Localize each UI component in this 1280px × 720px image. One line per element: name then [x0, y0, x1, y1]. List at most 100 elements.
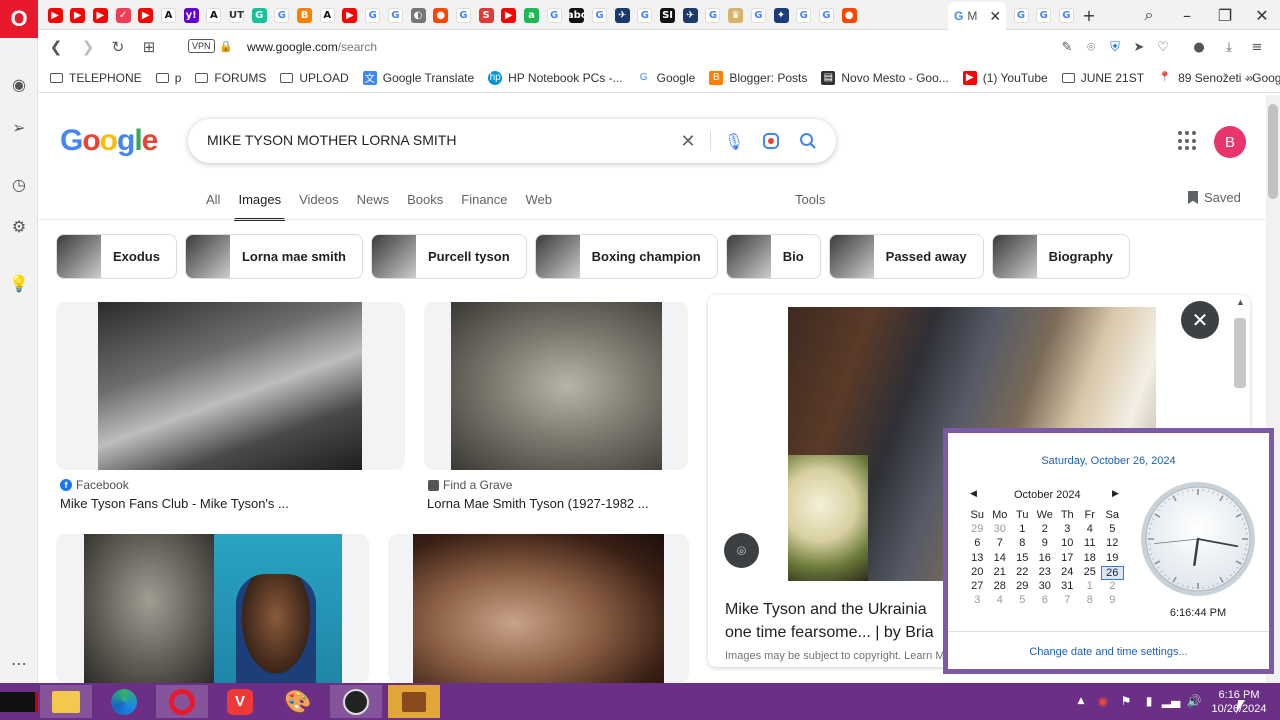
tab[interactable]: G: [452, 4, 474, 26]
more-icon[interactable]: ⋯: [8, 652, 30, 674]
tab[interactable]: G: [747, 4, 769, 26]
visual-search-icon[interactable]: ⌾: [724, 533, 759, 568]
tab[interactable]: G: [815, 4, 837, 26]
calendar-day[interactable]: 27: [966, 580, 989, 594]
calendar-day[interactable]: 21: [989, 566, 1012, 580]
active-tab[interactable]: G M ✕: [948, 2, 1006, 30]
calendar-day[interactable]: 13: [966, 552, 989, 566]
search-box[interactable]: MIKE TYSON MOTHER LORNA SMITH ✕ 🎙: [188, 119, 836, 163]
tab[interactable]: ◐: [407, 4, 429, 26]
result-title[interactable]: Mike Tyson Fans Club - Mike Tyson's ...: [60, 496, 289, 511]
url-field[interactable]: www.google.com/search: [247, 40, 377, 54]
tab[interactable]: ▶: [339, 4, 361, 26]
calendar-day[interactable]: 1: [1079, 580, 1102, 594]
player-icon[interactable]: ◉: [8, 73, 30, 95]
calendar-day[interactable]: 29: [966, 523, 989, 537]
calendar-day[interactable]: 30: [989, 523, 1012, 537]
send-to-icon[interactable]: ➤: [1130, 38, 1148, 56]
calendar-day[interactable]: 31: [1056, 580, 1079, 594]
tab[interactable]: ●: [430, 4, 452, 26]
tab[interactable]: ▶: [89, 4, 111, 26]
edit-icon[interactable]: ✎: [1058, 38, 1076, 56]
account-avatar[interactable]: B: [1214, 126, 1246, 158]
tab[interactable]: ✦: [770, 4, 792, 26]
result-source[interactable]: Find a Grave: [428, 478, 512, 492]
image-result-1[interactable]: [56, 302, 405, 470]
tab[interactable]: ▶: [498, 4, 520, 26]
forward-icon[interactable]: ❯: [78, 37, 98, 57]
back-icon[interactable]: ❮: [46, 37, 66, 57]
tips-bulb-icon[interactable]: 💡: [8, 272, 30, 294]
related-chip[interactable]: Bio: [725, 234, 821, 279]
bookmark-item[interactable]: UPLOAD: [280, 71, 349, 85]
prev-month-icon[interactable]: ◀: [970, 488, 977, 499]
tab[interactable]: B: [294, 4, 316, 26]
tab[interactable]: ▶: [44, 4, 66, 26]
shield-icon[interactable]: ⛨: [1106, 38, 1124, 56]
tab[interactable]: G: [702, 4, 724, 26]
tab-all[interactable]: All: [206, 190, 220, 209]
tab[interactable]: S: [475, 4, 497, 26]
tab[interactable]: G: [589, 4, 611, 26]
new-tab-icon[interactable]: +: [1078, 4, 1100, 26]
close-window-icon[interactable]: ✕: [1251, 4, 1273, 26]
bookmark-item[interactable]: G Google: [636, 70, 695, 85]
calendar-day[interactable]: 16: [1034, 552, 1057, 566]
tab[interactable]: G: [793, 4, 815, 26]
bookmark-item[interactable]: JUNE 21ST: [1061, 71, 1144, 85]
obs-icon[interactable]: [330, 685, 382, 718]
calendar-day[interactable]: 4: [989, 594, 1012, 608]
calendar-day[interactable]: 10: [1056, 537, 1079, 551]
tab[interactable]: A: [157, 4, 179, 26]
calendar-day[interactable]: 20: [966, 566, 989, 580]
tab[interactable]: G: [384, 4, 406, 26]
lens-search-icon[interactable]: [760, 130, 782, 152]
calendar-day[interactable]: 14: [989, 552, 1012, 566]
saved-button[interactable]: Saved: [1188, 190, 1241, 205]
tab[interactable]: G: [634, 4, 656, 26]
network-icon[interactable]: ▂▄: [1162, 692, 1180, 710]
calendar-day[interactable]: 30: [1034, 580, 1057, 594]
history-icon[interactable]: ◷: [8, 173, 30, 195]
edge-icon[interactable]: [98, 685, 150, 718]
bookmark-item[interactable]: 文 Google Translate: [362, 70, 474, 85]
calendar-day[interactable]: 26: [1101, 565, 1124, 580]
related-chip[interactable]: Passed away: [828, 234, 984, 279]
calendar-day[interactable]: 1: [1011, 523, 1034, 537]
related-chip[interactable]: Boxing champion: [534, 234, 718, 279]
calendar-day[interactable]: 22: [1011, 566, 1034, 580]
tab[interactable]: ✈: [611, 4, 633, 26]
tab[interactable]: G: [248, 4, 270, 26]
close-tab-icon[interactable]: ✕: [989, 8, 1001, 25]
tab[interactable]: a: [520, 4, 542, 26]
media-app-icon[interactable]: [388, 685, 440, 718]
calendar-day[interactable]: 9: [1101, 594, 1124, 608]
antivirus-icon[interactable]: ◉: [1095, 692, 1111, 710]
preview-scroll-up-icon[interactable]: ▲: [1236, 297, 1245, 307]
calendar-day[interactable]: 4: [1079, 523, 1102, 537]
calendar-day[interactable]: 11: [1079, 537, 1102, 551]
change-date-time-link[interactable]: Change date and time settings...: [948, 646, 1269, 658]
minimize-icon[interactable]: –: [1176, 4, 1198, 26]
send-icon[interactable]: ➢: [8, 116, 30, 138]
related-chip[interactable]: Biography: [991, 234, 1130, 279]
tab[interactable]: SI: [657, 4, 679, 26]
preview-scrollbar[interactable]: [1234, 318, 1246, 388]
clear-search-icon[interactable]: ✕: [677, 130, 699, 152]
download-icon[interactable]: ⤓: [1220, 38, 1238, 56]
calendar-day[interactable]: 8: [1011, 537, 1034, 551]
bookmark-item[interactable]: FORUMS: [195, 71, 266, 85]
paint-icon[interactable]: 🎨: [272, 685, 324, 718]
tab[interactable]: ▶: [135, 4, 157, 26]
tab-finance[interactable]: Finance: [461, 190, 507, 209]
tray-expand-icon[interactable]: ▲: [1073, 692, 1089, 710]
bookmark-item[interactable]: 📍 89 Senožeti - Googl...: [1158, 70, 1280, 85]
tab-videos[interactable]: Videos: [299, 190, 339, 209]
related-chip[interactable]: Purcell tyson: [371, 234, 527, 279]
search-tabs-icon[interactable]: ⌕: [1138, 4, 1160, 26]
calendar-day[interactable]: 2: [1034, 523, 1057, 537]
opera-taskbar-icon[interactable]: [156, 685, 208, 718]
tab[interactable]: G: [1010, 4, 1032, 26]
calendar-day[interactable]: 24: [1056, 566, 1079, 580]
tab-news[interactable]: News: [357, 190, 390, 209]
